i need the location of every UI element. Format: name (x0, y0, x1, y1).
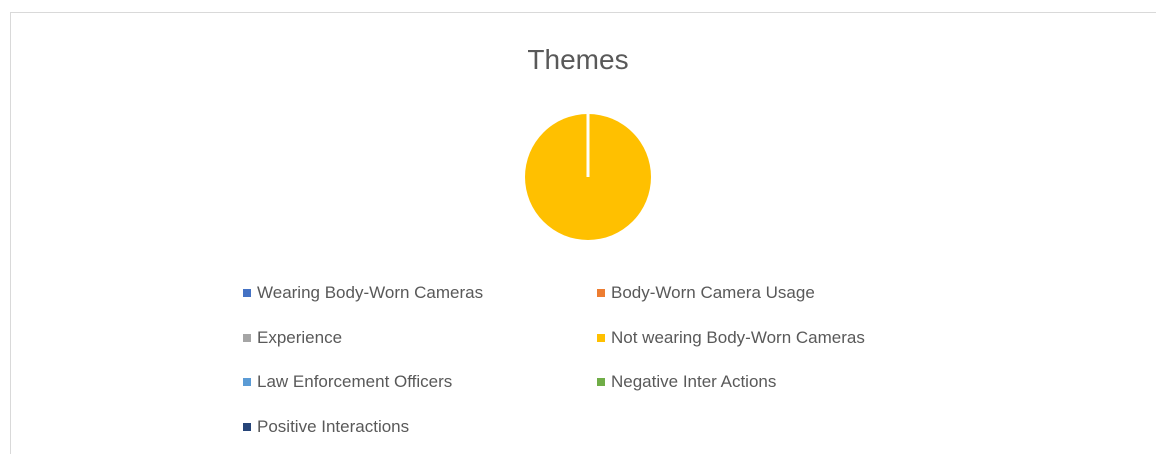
legend-label: Wearing Body-Worn Cameras (257, 283, 484, 302)
legend-swatch (243, 334, 251, 342)
legend-label: Positive Interactions (257, 417, 410, 436)
legend-label: Law Enforcement Officers (257, 372, 453, 391)
legend-swatch (597, 378, 605, 386)
legend-label: Experience (257, 328, 343, 347)
legend-swatch (597, 334, 605, 342)
legend-swatch (243, 423, 251, 431)
legend-label: Body-Worn Camera Usage (611, 283, 815, 302)
legend-label: Not wearing Body-Worn Cameras (611, 328, 865, 347)
legend-item-not-wearing-body-worn-cameras: Not wearing Body-Worn Cameras (597, 326, 865, 350)
chart-legend: Wearing Body-Worn Cameras Body-Worn Came… (0, 0, 1156, 454)
legend-item-law-enforcement-officers: Law Enforcement Officers (243, 370, 452, 394)
legend-item-positive-interactions: Positive Interactions (243, 415, 409, 439)
legend-swatch (243, 289, 251, 297)
legend-label: Negative Inter Actions (611, 372, 777, 391)
legend-item-wearing-body-worn-cameras: Wearing Body-Worn Cameras (243, 281, 483, 305)
legend-item-negative-inter-actions: Negative Inter Actions (597, 370, 776, 394)
legend-swatch (597, 289, 605, 297)
legend-swatch (243, 378, 251, 386)
legend-item-body-worn-camera-usage: Body-Worn Camera Usage (597, 281, 815, 305)
legend-item-experience: Experience (243, 326, 342, 350)
